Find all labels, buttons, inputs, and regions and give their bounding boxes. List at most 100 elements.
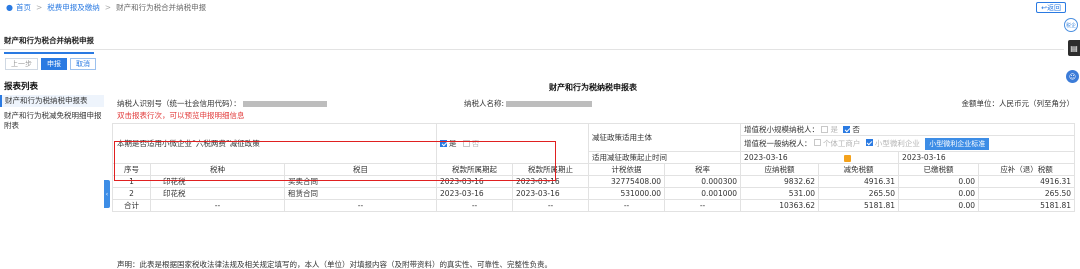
row-tax-basis: 32775408.00	[588, 175, 666, 188]
breadcrumb: ● 首页 > 税费申报及缴纳 > 财产和行为税合并纳税申报	[0, 0, 1080, 14]
policy-yes-checkbox[interactable]	[440, 139, 448, 147]
row-tax-rate: 0.000300	[664, 175, 742, 188]
row-tax-payable: 9832.62	[740, 175, 820, 188]
collapse-sidebar-icon[interactable]: ‹	[104, 180, 110, 208]
back-button[interactable]: ↩ 返回	[1036, 2, 1066, 13]
table-header-row: 序号 税种 税目 税款所属期起 税款所属期止 计税依据 税率 应纳税额 减免税额…	[112, 163, 1076, 176]
report-list-item-tax-return[interactable]: 财产和行为税纳税申报表	[0, 95, 104, 107]
breadcrumb-home[interactable]: 首页	[16, 2, 31, 13]
table-row[interactable]: 2 印花税 租赁合同 2023-03-16 2023-03-16 531000.…	[112, 187, 1076, 200]
policy-period-end[interactable]: 2023-03-16	[898, 151, 1076, 164]
submit-button[interactable]: 申报	[41, 58, 67, 70]
policy-row-1: 本期是否适用小微企业“六税两费”减征政策 是 否 减征政策适用主体 增值税小规模…	[111, 123, 1076, 164]
general-taxpayer-label: 增值税一般纳税人：	[744, 138, 812, 148]
taxpayer-name: 纳税人名称:	[464, 98, 593, 109]
small-scale-no-checkbox[interactable]	[843, 125, 851, 133]
small-scale-yes-checkbox[interactable]	[821, 125, 829, 133]
header-period-start: 税款所属期起	[436, 163, 514, 176]
individual-business-checkbox[interactable]	[813, 139, 821, 146]
small-scale-yes-label: 是	[830, 125, 838, 134]
row-tax-type: 印花税	[150, 175, 285, 188]
policy-yes-label: 是	[449, 139, 457, 148]
header-tax-due: 应补（退）税额	[978, 163, 1076, 176]
header-tax-item: 税目	[283, 163, 438, 176]
total-row: 合计 -- -- -- -- -- -- 10363.62 5181.81 0.…	[112, 199, 1076, 212]
row-seq: 1	[112, 175, 151, 188]
policy-no-checkbox[interactable]	[462, 139, 470, 147]
row-tax-relief: 4916.31	[818, 175, 900, 188]
row-tax-basis: 531000.00	[588, 187, 666, 200]
form-title: 财产和行为税纳税申报表	[549, 83, 637, 92]
small-micro-enterprise-checkbox[interactable]	[865, 139, 873, 146]
small-micro-enterprise-label: 小型微利企业	[874, 138, 920, 148]
row-period-start: 2023-03-16	[436, 175, 514, 188]
taxpayer-id-label: 纳税人识别号（统一社会信用代码）：	[117, 99, 241, 108]
taxpayer-id: 纳税人识别号（统一社会信用代码）：	[117, 98, 328, 109]
row-period-end: 2023-03-16	[512, 187, 590, 200]
header-tax-basis: 计税依据	[588, 163, 666, 176]
total-label: 合计	[112, 199, 151, 212]
cancel-button[interactable]: 取消	[70, 58, 96, 70]
row-tax-due: 4916.31	[978, 175, 1076, 188]
breadcrumb-separator: >	[35, 2, 43, 12]
row-tax-paid: 0.00	[898, 187, 980, 200]
total-dash: --	[436, 199, 514, 212]
prev-step-button[interactable]: 上一步	[5, 58, 38, 70]
taxpayer-info-row: 纳税人识别号（统一社会信用代码）： 纳税人名称: 金额单位：人民币元（列至角分）	[112, 95, 1074, 109]
tab-bar: 财产和行为税合并纳税申报	[0, 28, 1064, 54]
header-tax-rate: 税率	[664, 163, 742, 176]
total-tax-due: 5181.81	[978, 199, 1076, 212]
breadcrumb-tax-filing[interactable]: 税费申报及缴纳	[47, 2, 100, 13]
policy-no-label: 否	[471, 139, 480, 148]
policy-period-label: 适用减征政策起止时间	[588, 151, 742, 164]
header-period-end: 税款所属期止	[512, 163, 590, 176]
total-dash: --	[283, 199, 438, 212]
tax-return-table: 本期是否适用小微企业“六税两费”减征政策 是 否 减征政策适用主体 增值税小规模…	[111, 123, 1076, 212]
policy-subject-label: 减征政策适用主体	[588, 123, 742, 152]
policy-period-start[interactable]: 2023-03-16	[740, 151, 900, 164]
preview-hint: 双击报表行次，可以预览申报明细信息	[117, 111, 245, 120]
period-end-value: 2023-03-16	[902, 153, 946, 162]
small-scale-label: 增值税小规模纳税人：	[744, 125, 820, 134]
row-tax-relief: 265.50	[818, 187, 900, 200]
general-taxpayer-cell: 增值税一般纳税人： 个体工商户 小型微利企业 小型微利企业标准	[740, 135, 1076, 152]
tax-enterprise-float-button[interactable]: 税企	[1064, 18, 1078, 32]
table-row[interactable]: 1 印花税 买卖合同 2023-03-16 2023-03-16 3277540…	[112, 175, 1076, 188]
breadcrumb-separator: >	[104, 2, 112, 12]
total-tax-paid: 0.00	[898, 199, 980, 212]
declaration-text: 声明：此表是根据国家税收法律法规及相关规定填写的，本人（单位）对填报内容（及附带…	[117, 260, 552, 269]
small-scale-no-label: 否	[852, 125, 860, 134]
total-dash: --	[588, 199, 666, 212]
small-scale-cell: 增值税小规模纳税人： 是 否	[740, 123, 1076, 136]
calculator-float-icon[interactable]: ▤	[1068, 40, 1080, 56]
total-dash: --	[512, 199, 590, 212]
row-tax-rate: 0.001000	[664, 187, 742, 200]
currency-unit: 金额单位：人民币元（列至角分）	[961, 99, 1075, 108]
total-dash: --	[664, 199, 742, 212]
row-seq: 2	[112, 187, 151, 200]
small-micro-standard-button[interactable]: 小型微利企业标准	[925, 137, 990, 150]
policy-question: 本期是否适用小微企业“六税两费”减征政策	[111, 123, 438, 164]
row-period-start: 2023-03-16	[436, 187, 514, 200]
redacted-taxpayer-name	[506, 101, 593, 107]
row-period-end: 2023-03-16	[512, 175, 590, 188]
individual-business-label: 个体工商户	[822, 138, 861, 148]
total-dash: --	[150, 199, 285, 212]
header-tax-paid: 已缴税额	[898, 163, 980, 176]
sidebar: 上一步 申报 取消 报表列表 财产和行为税纳税申报表 财产和行为税减免税明细申报…	[0, 58, 104, 269]
row-tax-due: 265.50	[978, 187, 1076, 200]
back-button-label: 返回	[1047, 3, 1061, 12]
header-seq: 序号	[112, 163, 151, 176]
total-tax-relief: 5181.81	[818, 199, 900, 212]
report-list-item-relief-schedule[interactable]: 财产和行为税减免税明细申报附表	[0, 110, 104, 132]
report-list-title: 报表列表	[4, 82, 39, 92]
main-form: 财产和行为税纳税申报表 纳税人识别号（统一社会信用代码）： 纳税人名称: 金额单…	[111, 82, 1076, 212]
action-buttons: 上一步 申报 取消	[0, 58, 104, 70]
total-tax-payable: 10363.62	[740, 199, 820, 212]
row-tax-type: 印花税	[150, 187, 285, 200]
calendar-icon[interactable]	[844, 154, 852, 162]
location-pin-icon: ●	[6, 2, 13, 12]
row-tax-payable: 531.00	[740, 187, 820, 200]
tab-property-tax-filing[interactable]: 财产和行为税合并纳税申报	[4, 35, 94, 54]
header-tax-payable: 应纳税额	[740, 163, 820, 176]
